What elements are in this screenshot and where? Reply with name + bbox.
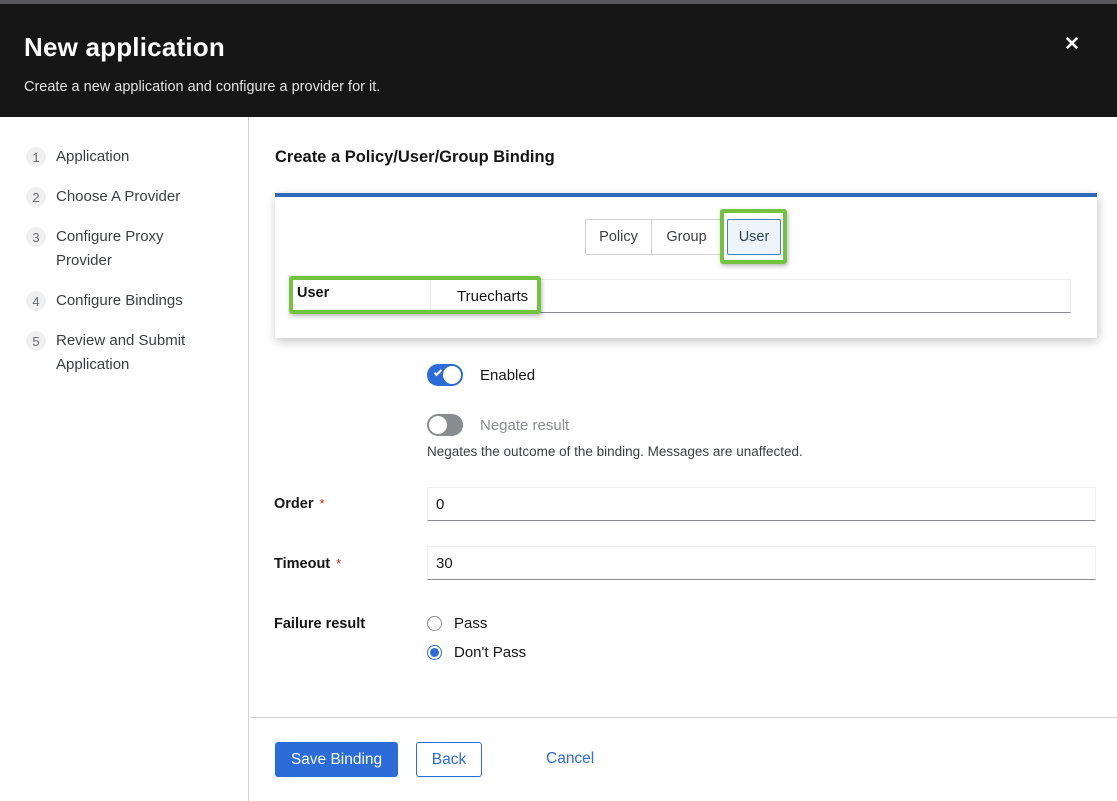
enabled-toggle-row: Enabled	[427, 364, 535, 386]
required-asterisk: *	[336, 556, 341, 571]
order-label-text: Order	[274, 496, 314, 512]
radio-pass[interactable]	[427, 616, 442, 631]
page-title: Create a Policy/User/Group Binding	[275, 148, 555, 167]
wizard-step-choose-provider[interactable]: 2 Choose A Provider	[0, 185, 248, 209]
negate-toggle-label: Negate result	[480, 417, 569, 434]
radio-dont-pass[interactable]	[427, 645, 442, 660]
step-number-badge: 2	[26, 187, 46, 207]
radio-pass-row[interactable]: Pass	[427, 615, 487, 632]
user-select-dropdown[interactable]: Truecharts	[430, 279, 1071, 313]
step-label: Choose A Provider	[56, 185, 180, 209]
save-binding-button[interactable]: Save Binding	[275, 742, 398, 777]
timeout-label-text: Timeout	[274, 556, 330, 572]
toggle-knob	[429, 416, 447, 434]
order-label: Order *	[274, 496, 325, 512]
user-select-value: Truecharts	[457, 288, 528, 305]
step-number-badge: 4	[26, 291, 46, 311]
negate-result-toggle[interactable]	[427, 414, 463, 436]
timeout-label: Timeout *	[274, 556, 341, 572]
tab-group[interactable]: Group	[652, 219, 722, 255]
check-icon	[434, 368, 442, 376]
negate-toggle-row: Negate result	[427, 414, 569, 436]
step-number-badge: 1	[26, 147, 46, 167]
wizard-step-configure-bindings[interactable]: 4 Configure Bindings	[0, 289, 248, 313]
failure-result-label: Failure result	[274, 616, 365, 632]
close-icon[interactable]: ✕	[1061, 34, 1083, 56]
wizard-step-configure-proxy-provider[interactable]: 3 Configure Proxy Provider	[0, 225, 248, 273]
enabled-toggle[interactable]	[427, 364, 463, 386]
radio-pass-label: Pass	[454, 615, 487, 632]
radio-dont-pass-label: Don't Pass	[454, 644, 526, 661]
step-label: Configure Bindings	[56, 289, 183, 313]
tab-user[interactable]: User	[727, 219, 781, 255]
step-label: Configure Proxy Provider	[56, 225, 206, 273]
step-number-badge: 5	[26, 331, 46, 351]
back-button[interactable]: Back	[416, 742, 482, 777]
tab-policy[interactable]: Policy	[585, 219, 652, 255]
enabled-toggle-label: Enabled	[480, 367, 535, 384]
required-asterisk: *	[320, 496, 325, 511]
user-select-label: User	[297, 285, 329, 301]
footer-divider	[250, 717, 1117, 718]
modal-subtitle: Create a new application and configure a…	[24, 79, 380, 95]
radio-dont-pass-row[interactable]: Don't Pass	[427, 644, 526, 661]
step-label: Application	[56, 145, 129, 169]
wizard-step-application[interactable]: 1 Application	[0, 145, 248, 169]
negate-help-text: Negates the outcome of the binding. Mess…	[427, 444, 803, 459]
timeout-input[interactable]	[427, 546, 1096, 580]
step-number-badge: 3	[26, 227, 46, 247]
toggle-knob	[443, 366, 461, 384]
binding-type-tab-group: Policy Group User	[585, 219, 722, 255]
binding-type-card: Policy Group User User Truecharts	[275, 193, 1097, 338]
modal-title: New application	[24, 32, 225, 63]
wizard-step-review-submit[interactable]: 5 Review and Submit Application	[0, 329, 248, 377]
step-label: Review and Submit Application	[56, 329, 206, 377]
modal-header: New application Create a new application…	[0, 4, 1117, 117]
wizard-sidebar: 1 Application 2 Choose A Provider 3 Conf…	[0, 117, 249, 801]
order-input[interactable]	[427, 487, 1096, 521]
cancel-link[interactable]: Cancel	[546, 750, 594, 768]
